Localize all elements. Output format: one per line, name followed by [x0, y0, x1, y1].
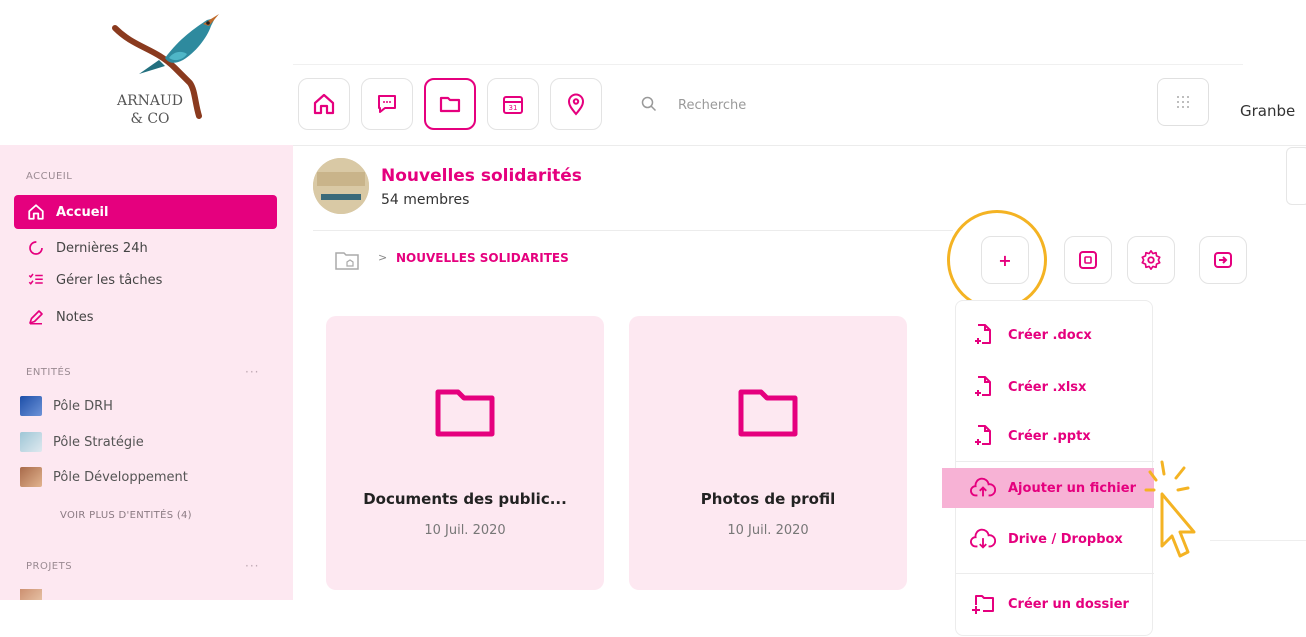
sidebar-section-projects: PROJETS	[26, 561, 73, 572]
sidebar-item-accueil[interactable]: Accueil	[14, 195, 277, 229]
entity-label: Pôle Développement	[53, 469, 188, 485]
settings-button[interactable]	[1127, 236, 1175, 284]
folder-date: 10 Juil. 2020	[727, 523, 809, 538]
home-icon	[313, 93, 335, 115]
menu-divider	[956, 573, 1154, 574]
menu-item-create-folder[interactable]: Créer un dossier	[956, 584, 1154, 624]
see-more-entities-link[interactable]: VOIR PLUS D'ENTITÉS (4)	[60, 510, 192, 521]
square-select-icon	[1079, 251, 1097, 269]
select-button[interactable]	[1064, 236, 1112, 284]
sidebar-item-label: Notes	[56, 309, 94, 325]
menu-item-create-pptx[interactable]: Créer .pptx	[956, 416, 1154, 456]
sidebar-entity-strategie[interactable]: Pôle Stratégie	[20, 430, 144, 454]
file-plus-icon	[970, 322, 996, 348]
export-button[interactable]	[1199, 236, 1247, 284]
add-button[interactable]: +	[981, 236, 1029, 284]
gear-icon	[1141, 250, 1161, 270]
breadcrumb-current[interactable]: NOUVELLES SOLIDARITES	[396, 251, 569, 265]
menu-divider	[956, 461, 1154, 462]
folder-icon	[439, 96, 461, 113]
user-name[interactable]: Granbe	[1240, 102, 1295, 120]
arrow-right-box-icon	[1214, 252, 1232, 268]
calendar-icon: 31	[503, 96, 523, 114]
entity-thumbnail	[20, 396, 42, 416]
search-icon	[641, 96, 657, 112]
menu-item-upload-file[interactable]: Ajouter un fichier	[942, 468, 1154, 508]
svg-text:31: 31	[509, 104, 518, 112]
cursor-click-icon	[1144, 460, 1196, 558]
sidebar-section-home: ACCUEIL	[26, 171, 73, 182]
entity-thumbnail	[20, 467, 42, 487]
top-divider	[293, 64, 1243, 65]
sidebar-item-tasks[interactable]: Gérer les tâches	[14, 263, 277, 297]
cloud-download-icon	[970, 526, 996, 552]
menu-item-label: Créer .xlsx	[1008, 379, 1087, 395]
entity-label: Pôle Stratégie	[53, 434, 144, 450]
apps-grid-button[interactable]	[1157, 78, 1209, 126]
group-avatar	[313, 158, 369, 214]
menu-item-create-xlsx[interactable]: Créer .xlsx	[956, 367, 1154, 407]
folder-plus-icon	[970, 591, 996, 617]
projects-more-icon[interactable]: ···	[245, 559, 259, 573]
home-icon	[26, 202, 46, 222]
folder-card[interactable]: Photos de profil 10 Juil. 2020	[629, 316, 907, 590]
menu-item-label: Ajouter un fichier	[1008, 480, 1136, 496]
add-menu: Créer .docx Créer .xlsx Créer .pptx Ajou…	[942, 300, 1154, 636]
brand-name: ARNAUD & CO	[116, 93, 184, 127]
side-panel-tab[interactable]	[1286, 147, 1306, 205]
folder-date: 10 Juil. 2020	[424, 523, 506, 538]
nav-map-button[interactable]	[550, 78, 602, 130]
entity-thumbnail	[20, 432, 42, 452]
sidebar-item-notes[interactable]: Notes	[14, 300, 277, 334]
nav-chat-button[interactable]	[361, 78, 413, 130]
file-plus-icon	[970, 423, 996, 449]
folder-icon	[738, 389, 798, 437]
menu-item-label: Créer .docx	[1008, 327, 1092, 343]
sidebar: ACCUEIL Accueil Dernières 24h Gérer les …	[0, 145, 293, 600]
chat-icon	[378, 95, 396, 113]
menu-item-drive-dropbox[interactable]: Drive / Dropbox	[956, 519, 1154, 559]
main-top-divider	[293, 145, 1306, 146]
search-input[interactable]	[678, 93, 1128, 117]
folder-card[interactable]: Documents des public... 10 Juil. 2020	[326, 316, 604, 590]
nav-home-button[interactable]	[298, 78, 350, 130]
grid-icon	[1177, 96, 1189, 108]
folder-title: Photos de profil	[700, 490, 836, 508]
panel-divider	[1210, 540, 1306, 541]
folder-home-icon[interactable]	[334, 249, 360, 271]
sidebar-section-entities: ENTITÉS	[26, 367, 72, 378]
header-divider	[313, 230, 953, 231]
location-pin-icon	[567, 93, 585, 116]
file-plus-icon	[970, 374, 996, 400]
sidebar-item-label: Gérer les tâches	[56, 272, 163, 288]
group-title[interactable]: Nouvelles solidarités	[381, 166, 582, 186]
entity-label: Pôle DRH	[53, 398, 113, 414]
menu-item-label: Drive / Dropbox	[1008, 531, 1123, 547]
sidebar-item-recent[interactable]: Dernières 24h	[14, 231, 277, 265]
sidebar-item-label: Dernières 24h	[56, 240, 148, 256]
entities-more-icon[interactable]: ···	[245, 365, 259, 379]
cloud-upload-icon	[970, 475, 996, 501]
folder-icon	[435, 389, 495, 437]
nav-calendar-button[interactable]: 31	[487, 78, 539, 130]
menu-item-label: Créer un dossier	[1008, 596, 1129, 612]
sidebar-entity-drh[interactable]: Pôle DRH	[20, 394, 113, 418]
pen-icon	[26, 307, 46, 327]
project-thumbnail	[20, 589, 42, 600]
nav-files-button[interactable]	[424, 78, 476, 130]
tasks-icon	[26, 270, 46, 290]
sidebar-entity-developpement[interactable]: Pôle Développement	[20, 465, 188, 489]
menu-item-create-docx[interactable]: Créer .docx	[956, 315, 1154, 355]
menu-item-label: Créer .pptx	[1008, 428, 1091, 444]
sidebar-project-item[interactable]	[20, 589, 53, 600]
history-icon	[26, 238, 46, 258]
folder-title: Documents des public...	[363, 490, 567, 508]
breadcrumb-separator: >	[378, 251, 388, 264]
group-members-count: 54 membres	[381, 192, 470, 208]
sidebar-item-label: Accueil	[56, 204, 109, 220]
plus-icon: +	[998, 250, 1012, 270]
